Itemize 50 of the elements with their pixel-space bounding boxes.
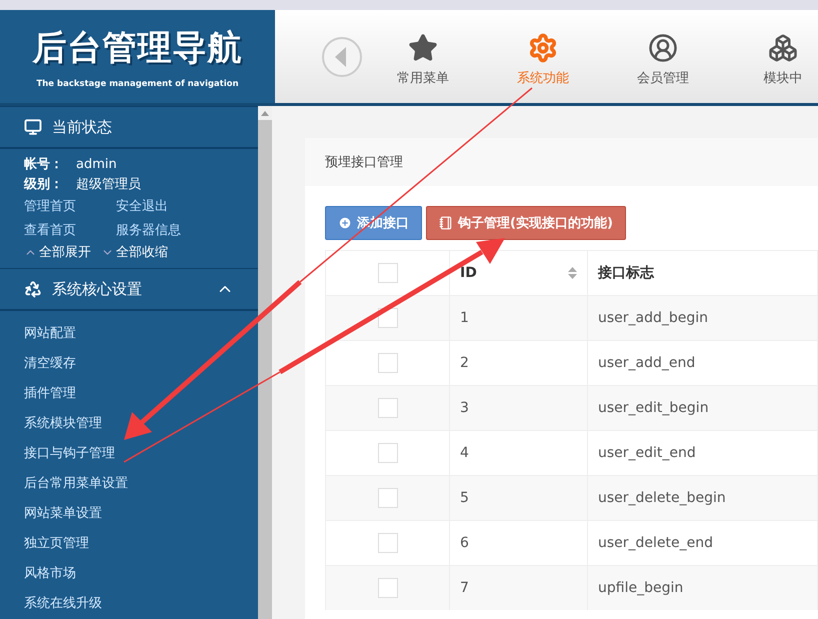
section-title: 当前状态 — [52, 118, 112, 136]
section-header[interactable]: 系统核心设置 — [0, 268, 258, 311]
table-cell: 7 — [450, 566, 588, 610]
logo-subtitle: The backstage management of navigation — [36, 78, 239, 88]
hook-button[interactable]: 钩子管理(实现接口的功能) — [426, 206, 626, 240]
nav-tab[interactable]: 模块中 — [764, 68, 802, 86]
menu-item[interactable]: 接口与钩子管理 — [24, 439, 234, 469]
scrollbar[interactable] — [258, 106, 272, 619]
checkbox[interactable] — [378, 398, 398, 418]
checkbox[interactable] — [378, 578, 398, 598]
panel-title: 预埋接口管理 — [305, 138, 818, 186]
expand-all-link[interactable]: 全部展开 — [24, 243, 91, 262]
checkbox[interactable] — [378, 488, 398, 508]
menu-item[interactable]: 系统在线升级 — [24, 589, 234, 619]
recycle-icon — [24, 280, 42, 298]
nav-tab[interactable]: 常用菜单 — [397, 68, 449, 86]
menu-item[interactable]: 系统模块管理 — [24, 409, 234, 439]
checkbox[interactable] — [378, 443, 398, 463]
menu-item[interactable]: 风格市场 — [24, 559, 234, 589]
field-label: 帐号： — [24, 156, 64, 174]
sidebar-link[interactable]: 查看首页 — [24, 221, 104, 240]
cubes-icon — [768, 32, 798, 62]
table-cell: upfile_begin — [588, 566, 818, 610]
field-value: 超级管理员 — [76, 176, 141, 194]
field-value: admin — [76, 156, 117, 174]
menu-item[interactable]: 插件管理 — [24, 379, 234, 409]
field-label: 级别： — [24, 176, 64, 194]
sidebar-link[interactable]: 服务器信息 — [116, 221, 196, 240]
logo-title: 后台管理导航 — [32, 26, 242, 70]
menu-item[interactable]: 清空缓存 — [24, 349, 234, 379]
monitor-icon — [24, 118, 42, 136]
section-title: 系统核心设置 — [52, 280, 143, 298]
menu-item[interactable]: 独立页管理 — [24, 529, 234, 559]
collapse-all-link[interactable]: 全部收缩 — [101, 243, 168, 262]
menu-item[interactable]: 后台常用菜单设置 — [24, 469, 234, 499]
star-icon — [408, 32, 438, 62]
checkbox[interactable] — [378, 353, 398, 373]
sort-icon[interactable] — [568, 267, 577, 279]
settings-icon — [528, 32, 558, 62]
menu-item[interactable]: 网站配置 — [24, 319, 234, 349]
checkbox[interactable] — [378, 533, 398, 553]
user-icon — [648, 32, 678, 62]
sidebar-link[interactable]: 管理首页 — [24, 197, 104, 216]
sidebar-link[interactable]: 安全退出 — [116, 197, 196, 216]
scroll-up-icon[interactable] — [261, 110, 269, 116]
menu-item[interactable]: 网站菜单设置 — [24, 499, 234, 529]
plus-circle-icon — [338, 216, 352, 230]
notebook-icon — [439, 216, 453, 230]
checkbox[interactable] — [378, 263, 398, 283]
nav-tab[interactable]: 会员管理 — [637, 68, 689, 86]
